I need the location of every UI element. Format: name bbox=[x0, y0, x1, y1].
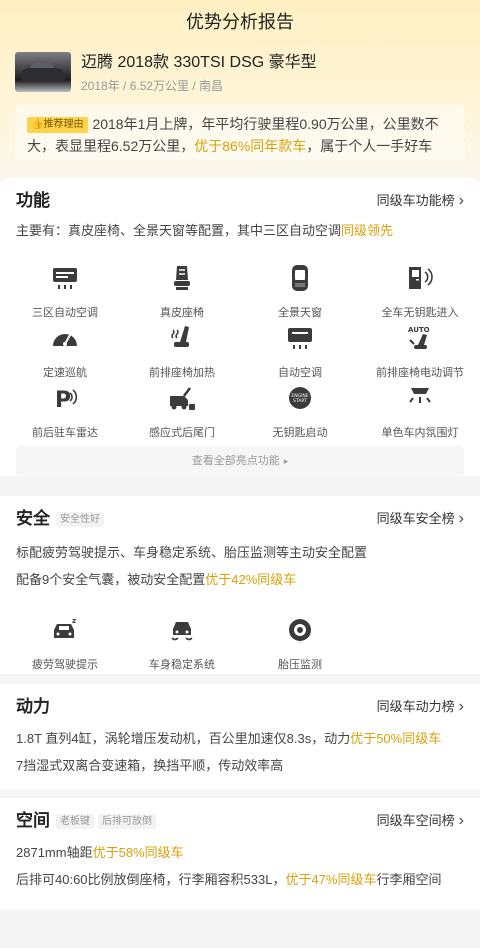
feature-item[interactable]: 全车无钥匙进入 bbox=[360, 264, 480, 321]
feature-label: 无钥匙启动 bbox=[272, 427, 328, 439]
safety-card: 安全安全性好 同级车安全榜 标配疲劳驾驶提示、车身稳定系统、胎压监测等主动安全配… bbox=[0, 496, 480, 674]
feature-item[interactable]: 感应式后尾门 bbox=[122, 384, 242, 441]
feature-item[interactable]: 三区自动空调 bbox=[5, 264, 125, 321]
feature-label: 前排座椅电动调节 bbox=[376, 367, 464, 379]
power-card: 动力 同级车动力榜 1.8T 直列4缸，涡轮增压发动机，百公里加速仅8.3s，动… bbox=[0, 684, 480, 790]
feature-item[interactable]: 真皮座椅 bbox=[122, 264, 242, 321]
safety-title: 安全 bbox=[16, 509, 50, 528]
features-card: 功能 同级车功能榜 主要有：真皮座椅、全景天窗等配置，其中三区自动空调同级领先 … bbox=[0, 178, 480, 476]
auto-ac-icon bbox=[288, 328, 312, 349]
features-rank-link[interactable]: 同级车功能榜 bbox=[377, 190, 464, 212]
space-rank-link[interactable]: 同级车空间榜 bbox=[377, 810, 464, 832]
feature-item[interactable]: AUTO 前排座椅电动调节 bbox=[360, 324, 480, 381]
power-seat-icon: AUTO bbox=[408, 326, 430, 349]
feature-label: 真皮座椅 bbox=[160, 307, 204, 319]
power-desc-text: 1.8T 直列4缸，涡轮增压发动机，百公里加速仅8.3s，动力 bbox=[16, 731, 351, 746]
leather-seat-icon bbox=[174, 266, 190, 290]
space-desc-text: 后排可40:60比例放倒座椅，行李厢容积533L， bbox=[16, 872, 286, 887]
safety-desc-line2: 配备9个安全气囊，被动安全配置优于42%同级车 bbox=[16, 567, 466, 593]
sunroof-icon bbox=[292, 265, 308, 291]
svg-text:z: z bbox=[72, 617, 76, 625]
safety-desc-text: 配备9个安全气囊，被动安全配置 bbox=[16, 572, 206, 587]
safety-item-label: 车身稳定系统 bbox=[149, 659, 215, 671]
recommend-reason: ›› 👍推荐理由2018年1月上牌，年平均行驶里程0.90万公里，公里数不大，表… bbox=[15, 104, 465, 160]
keyless-entry-icon bbox=[409, 267, 433, 289]
feature-label: 自动空调 bbox=[278, 367, 322, 379]
recommend-badge: 👍推荐理由 bbox=[27, 117, 89, 133]
feature-item[interactable]: 前排座椅加热 bbox=[122, 324, 242, 381]
see-all-features-button[interactable]: 查看全部亮点功能 bbox=[16, 446, 464, 476]
safety-tag: 安全性好 bbox=[56, 511, 104, 527]
safety-desc-highlight: 优于42%同级车 bbox=[205, 572, 297, 587]
page-title: 优势分析报告 bbox=[186, 12, 294, 32]
recommend-badge-label: 推荐理由 bbox=[43, 119, 84, 130]
seat-heating-icon bbox=[171, 326, 189, 347]
power-desc-line2: 7挡湿式双离合变速箱，换挡平顺，传动效率高 bbox=[16, 758, 284, 773]
tire-pressure-icon: ! bbox=[289, 619, 311, 645]
feature-label: 全车无钥匙进入 bbox=[381, 307, 459, 319]
ac-vent-icon bbox=[53, 268, 77, 289]
safety-item-label: 疲劳驾驶提示 bbox=[32, 659, 98, 671]
car-thumbnail bbox=[15, 52, 71, 92]
feature-item[interactable]: 定速巡航 bbox=[5, 324, 125, 381]
feature-label: 前排座椅加热 bbox=[149, 367, 215, 379]
features-desc: 主要有：真皮座椅、全景天窗等配置，其中三区自动空调同级领先 bbox=[16, 218, 466, 244]
safety-item[interactable]: ! 胎压监测 bbox=[240, 616, 360, 673]
space-card: 空间老板键后排可放倒 同级车空间榜 2871mm轴距优于58%同级车 后排可40… bbox=[0, 798, 480, 910]
feature-label: 三区自动空调 bbox=[32, 307, 98, 319]
feature-label: 前后驻车雷达 bbox=[32, 427, 98, 439]
cruise-control-icon bbox=[53, 334, 77, 346]
features-title: 功能 bbox=[16, 191, 50, 210]
fatigue-alert-icon: z bbox=[54, 617, 76, 638]
car-name: 迈腾 2018款 330TSI DSG 豪华型 bbox=[81, 54, 317, 71]
safety-item[interactable]: 车身稳定系统 bbox=[122, 616, 242, 673]
space-desc-text-end: 行李厢空间 bbox=[376, 872, 442, 887]
tailgate-sensor-icon bbox=[170, 387, 195, 410]
parking-radar-icon: P bbox=[55, 388, 78, 413]
feature-label: 单色车内氛围灯 bbox=[381, 427, 459, 439]
svg-text:START: START bbox=[293, 398, 307, 404]
thumbs-up-icon: 👍 bbox=[31, 119, 44, 130]
power-title: 动力 bbox=[16, 697, 50, 716]
svg-text:!: ! bbox=[299, 639, 301, 644]
stability-control-icon bbox=[171, 622, 193, 641]
space-desc-line2: 后排可40:60比例放倒座椅，行李厢容积533L，优于47%同级车行李厢空间 bbox=[16, 867, 466, 893]
space-desc-highlight: 优于58%同级车 bbox=[92, 845, 184, 860]
feature-item[interactable]: 全景天窗 bbox=[240, 264, 360, 321]
power-desc-highlight: 优于50%同级车 bbox=[350, 731, 442, 746]
reason-highlight: 优于86%同年款车 bbox=[194, 138, 307, 154]
power-desc-line1: 1.8T 直列4缸，涡轮增压发动机，百公里加速仅8.3s，动力优于50%同级车 bbox=[16, 726, 466, 752]
reason-text-end: ，属于个人一手好车 bbox=[306, 138, 433, 154]
start-button-icon: ENGINE START bbox=[289, 387, 311, 409]
svg-text:AUTO: AUTO bbox=[408, 326, 430, 334]
features-desc-highlight: 同级领先 bbox=[341, 223, 394, 238]
safety-item[interactable]: z 疲劳驾驶提示 bbox=[5, 616, 125, 673]
space-tag: 后排可放倒 bbox=[98, 813, 156, 829]
feature-label: 全景天窗 bbox=[278, 307, 322, 319]
space-desc-highlight: 优于47%同级车 bbox=[285, 872, 377, 887]
space-desc-text: 2871mm轴距 bbox=[16, 845, 93, 860]
feature-label: 感应式后尾门 bbox=[149, 427, 215, 439]
power-rank-link[interactable]: 同级车动力榜 bbox=[377, 696, 464, 718]
feature-item[interactable]: 单色车内氛围灯 bbox=[360, 384, 480, 441]
car-meta: 2018年 / 6.52万公里 / 南昌 bbox=[81, 79, 224, 93]
safety-item-label: 胎压监测 bbox=[278, 659, 322, 671]
svg-text:P: P bbox=[55, 388, 71, 412]
ambient-light-icon bbox=[409, 388, 431, 403]
feature-item[interactable]: 自动空调 bbox=[240, 324, 360, 381]
car-summary[interactable]: 迈腾 2018款 330TSI DSG 豪华型 2018年 / 6.52万公里 … bbox=[15, 52, 465, 96]
feature-label: 定速巡航 bbox=[43, 367, 87, 379]
space-title: 空间 bbox=[16, 811, 50, 830]
safety-desc-line1: 标配疲劳驾驶提示、车身稳定系统、胎压监测等主动安全配置 bbox=[16, 545, 368, 560]
space-tag: 老板键 bbox=[56, 813, 94, 829]
space-desc-line1: 2871mm轴距优于58%同级车 bbox=[16, 840, 466, 866]
features-desc-text: 主要有：真皮座椅、全景天窗等配置，其中三区自动空调 bbox=[16, 223, 342, 238]
feature-item[interactable]: P 前后驻车雷达 bbox=[5, 384, 125, 441]
feature-item[interactable]: ENGINE START 无钥匙启动 bbox=[240, 384, 360, 441]
safety-rank-link[interactable]: 同级车安全榜 bbox=[377, 508, 464, 530]
